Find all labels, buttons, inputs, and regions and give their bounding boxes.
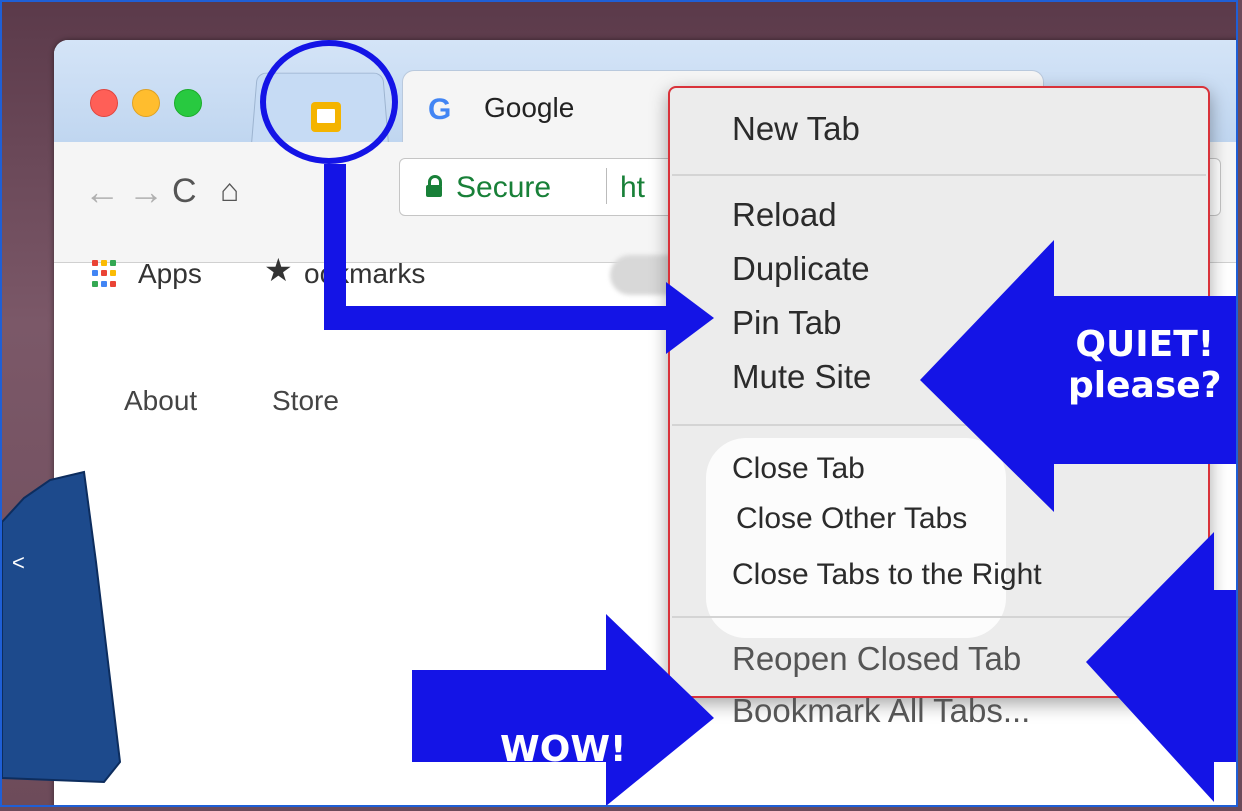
pinned-tab-highlight-circle: [260, 40, 398, 164]
right-line-1: I: [1234, 672, 1236, 713]
annotation-overlay: [2, 164, 1236, 805]
wow-arrow: [412, 614, 714, 805]
screenshot-frame: G Google ← → C ⌂ Secure ht Apps ★ ookmar…: [0, 0, 1238, 807]
wow-callout-text: WOW!: [500, 729, 627, 770]
left-callout-shape: [2, 470, 122, 784]
right-callout-text: I F: [1234, 672, 1236, 755]
left-callout-fragment: <: [12, 550, 25, 575]
reopen-arrow: [1086, 532, 1236, 802]
quiet-line-2: please?: [1068, 365, 1222, 407]
right-line-2: F: [1234, 713, 1236, 754]
quiet-callout-text: QUIET! please?: [1068, 324, 1222, 407]
pin-tab-connector-arrow: [324, 164, 714, 354]
quiet-line-1: QUIET!: [1075, 324, 1215, 365]
